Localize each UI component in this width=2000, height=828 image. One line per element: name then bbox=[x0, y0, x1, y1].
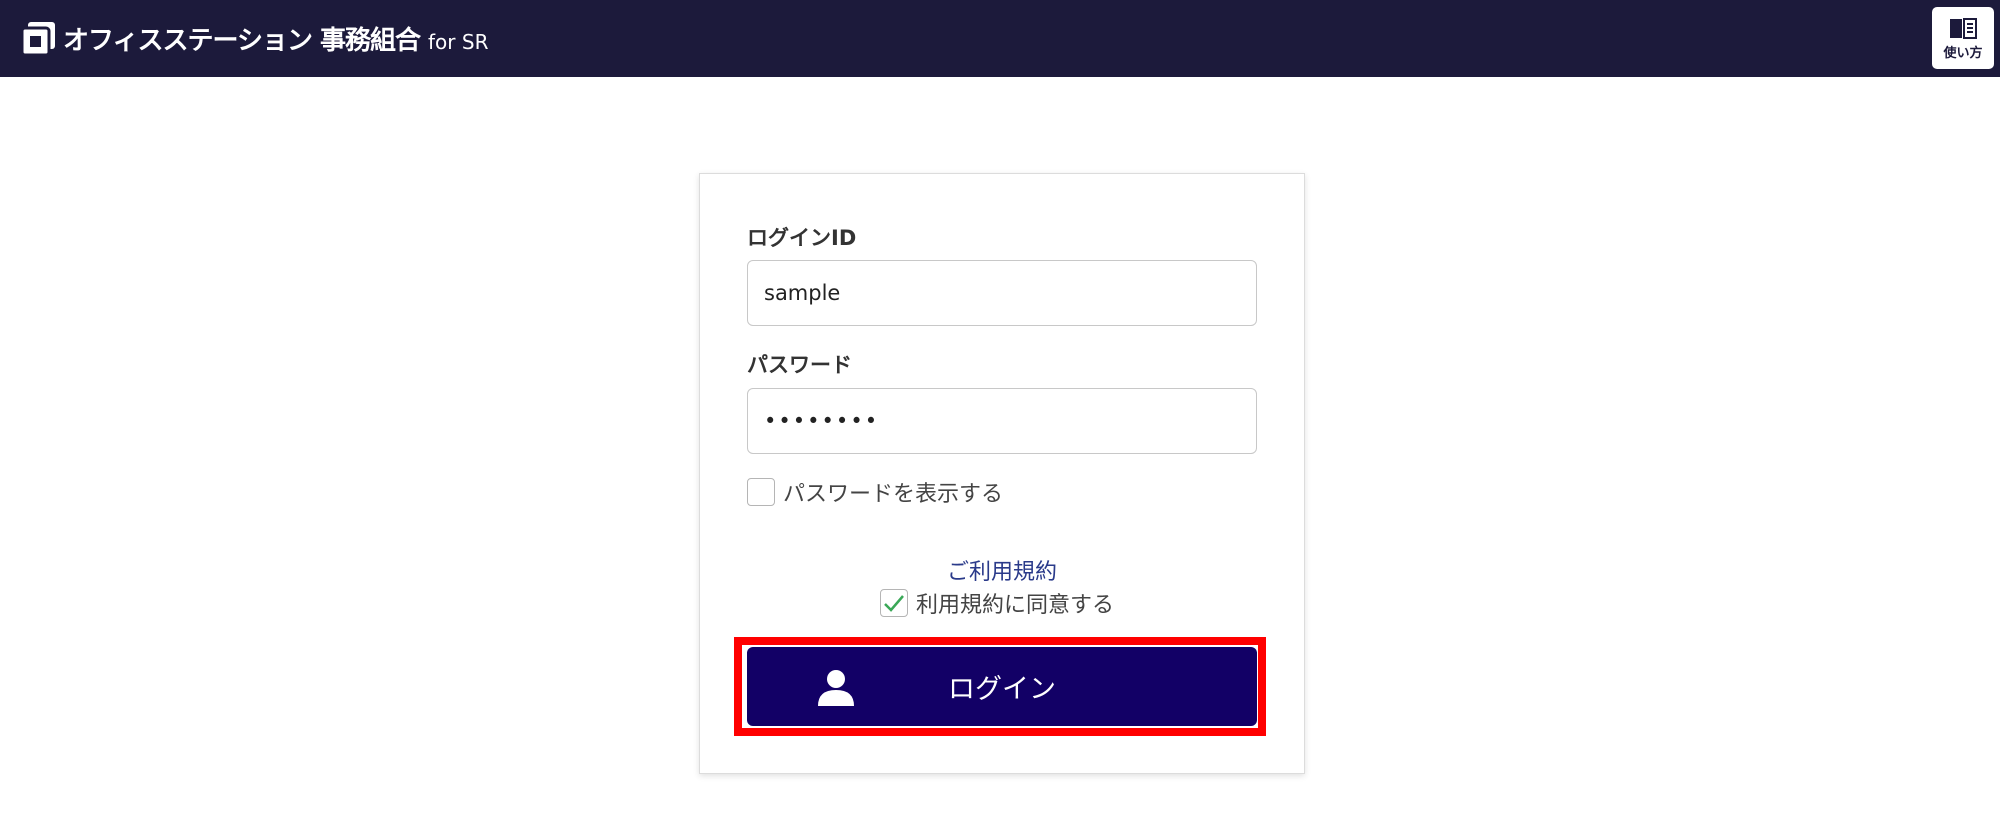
password-label: パスワード bbox=[747, 353, 852, 377]
login-button[interactable]: ログイン bbox=[747, 647, 1257, 726]
login-button-label: ログイン bbox=[948, 674, 1056, 705]
password-input[interactable] bbox=[747, 388, 1257, 454]
login-id-label: ログインID bbox=[747, 226, 857, 250]
show-password-option[interactable]: パスワードを表示する bbox=[747, 476, 1003, 508]
brand-logo-icon bbox=[22, 22, 55, 55]
login-card: ログインID パスワード パスワードを表示する ご利用規約 利用規約に同意する … bbox=[699, 173, 1305, 774]
show-password-label: パスワードを表示する bbox=[783, 482, 1004, 507]
checkmark-icon bbox=[884, 595, 904, 612]
agree-terms-label: 利用規約に同意する bbox=[916, 593, 1115, 618]
brand-name: オフィスステーション 事務組合 bbox=[63, 26, 421, 56]
help-button[interactable]: 使い方 bbox=[1932, 7, 1994, 69]
terms-link[interactable]: ご利用規約 bbox=[700, 554, 1304, 586]
brand-sub: for SR bbox=[428, 29, 489, 54]
agree-terms-checkbox[interactable] bbox=[880, 589, 908, 617]
book-icon bbox=[1950, 17, 1977, 39]
agree-terms-option[interactable]: 利用規約に同意する bbox=[880, 587, 1114, 619]
login-id-input[interactable] bbox=[747, 260, 1257, 326]
help-label: 使い方 bbox=[1943, 45, 1983, 61]
brand[interactable]: オフィスステーション 事務組合 for SR bbox=[22, 20, 488, 57]
top-bar: オフィスステーション 事務組合 for SR 使い方 bbox=[0, 0, 2000, 77]
show-password-checkbox[interactable] bbox=[747, 478, 775, 506]
